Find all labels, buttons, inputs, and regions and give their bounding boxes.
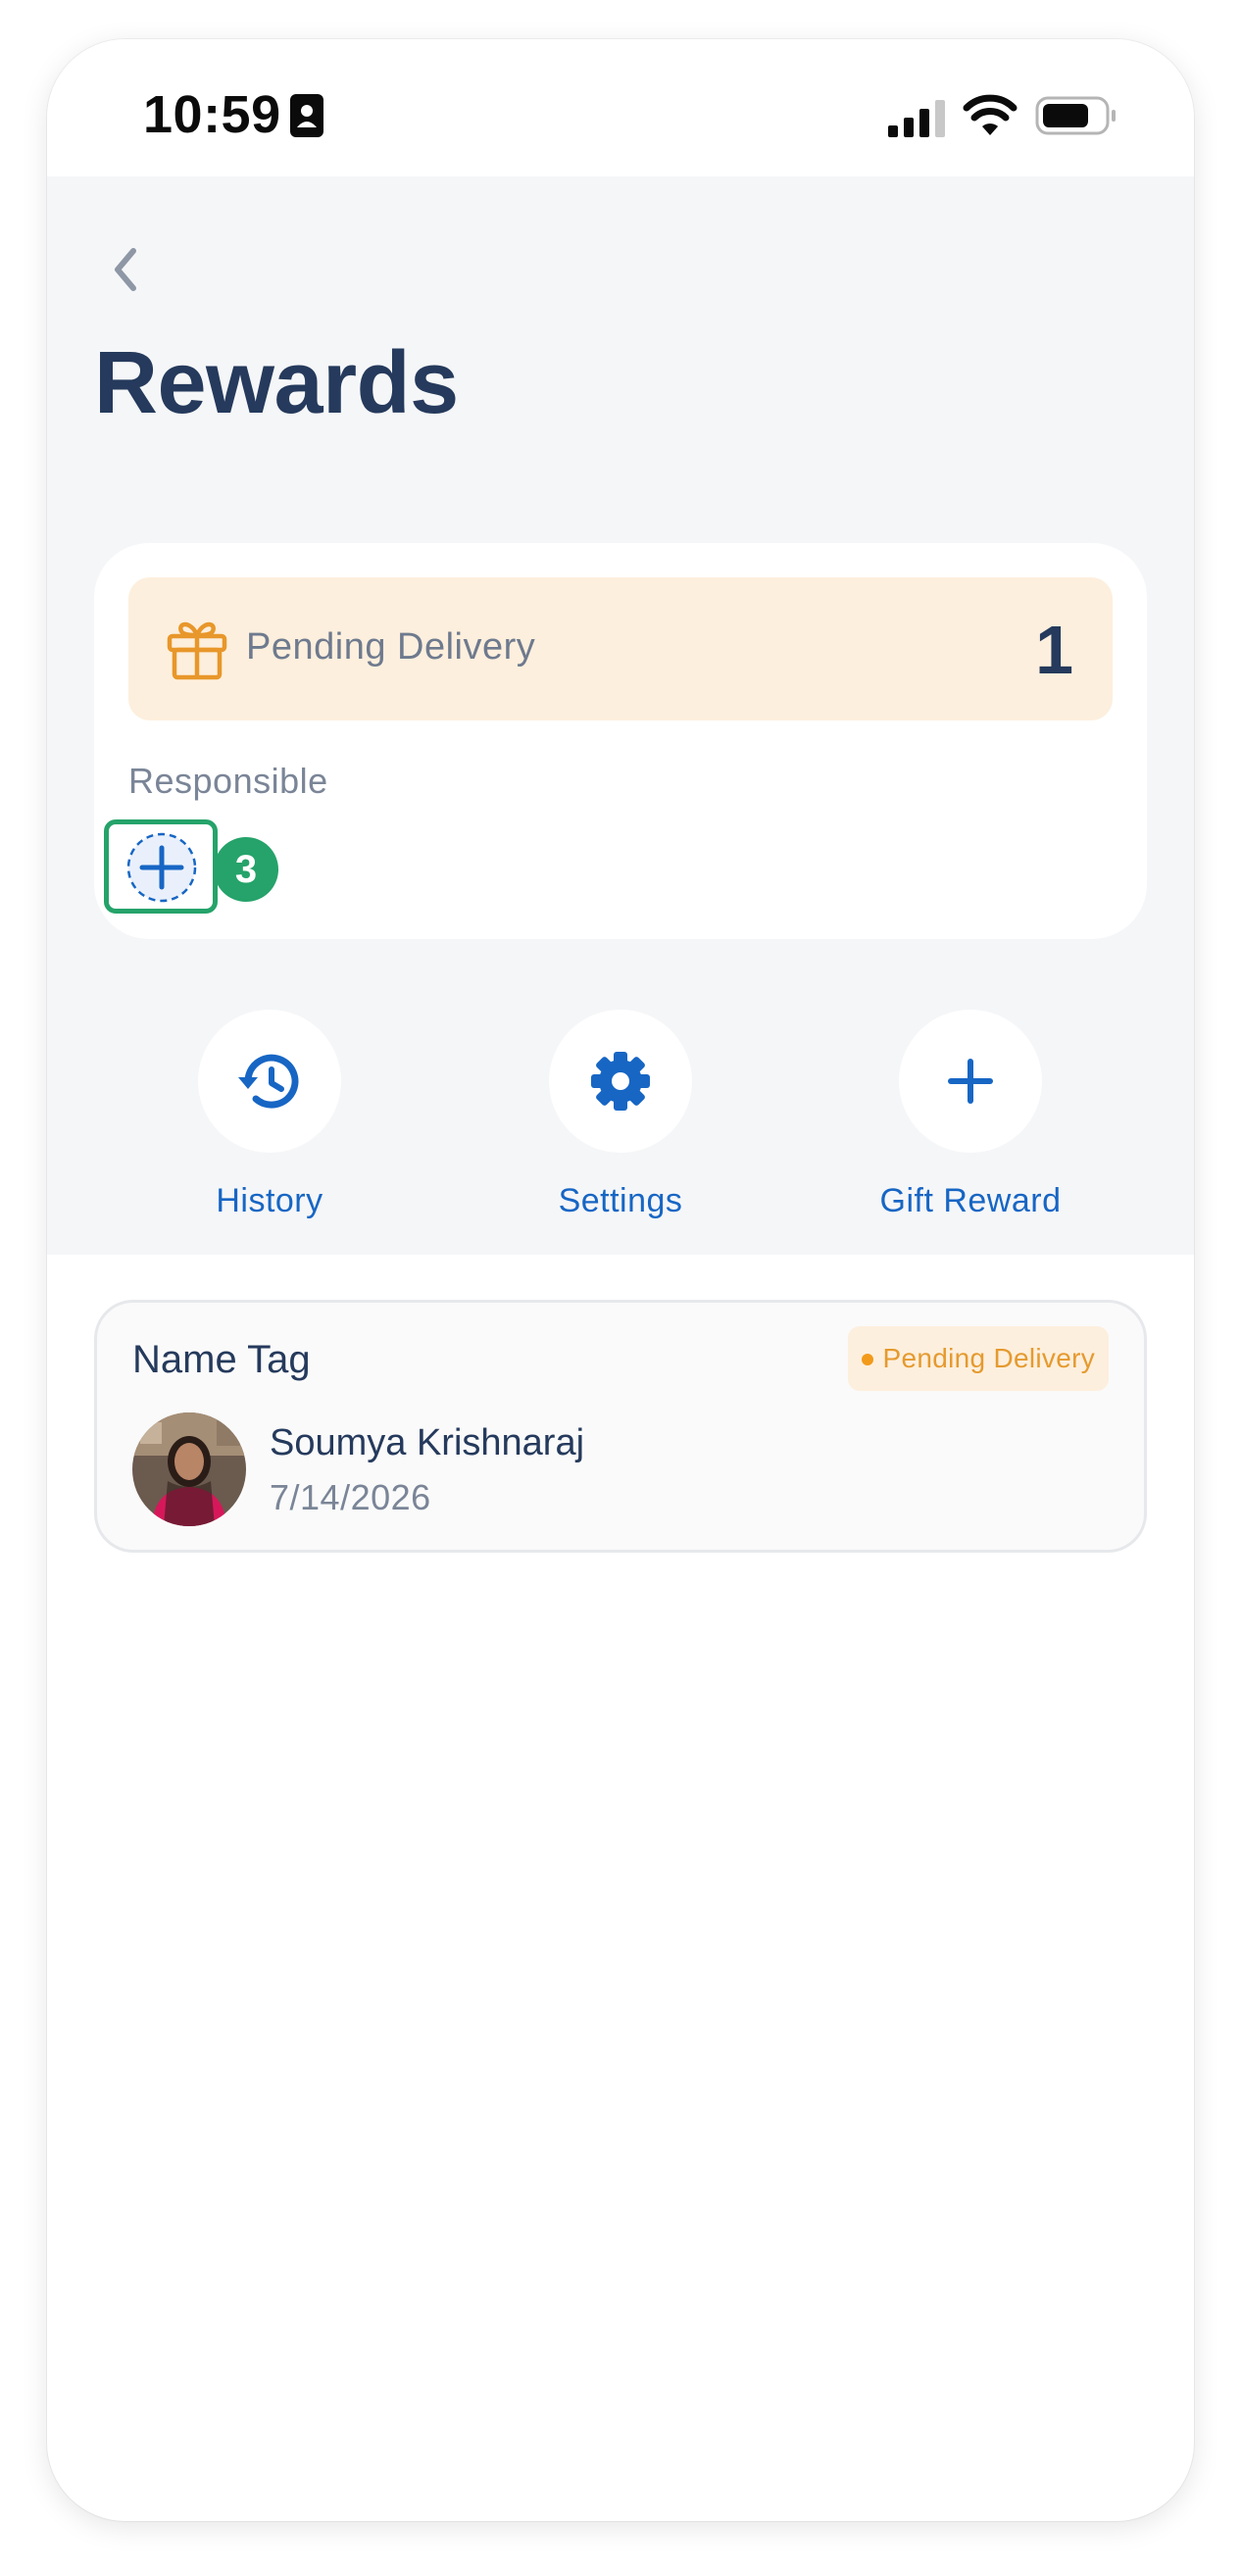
summary-card: Pending Delivery 1 Responsible 3 [94, 543, 1147, 939]
responsible-count-badge: 3 [214, 837, 278, 902]
plus-icon [948, 1059, 993, 1104]
battery-icon [1035, 96, 1116, 135]
status-time: 10:59 [143, 85, 281, 144]
pending-delivery-label: Pending Delivery [246, 626, 536, 668]
person-name: Soumya Krishnaraj [270, 1422, 585, 1463]
settings-label: Settings [558, 1182, 683, 1219]
settings-action[interactable]: Settings [473, 1010, 768, 1220]
gear-icon [591, 1052, 650, 1111]
add-person-icon [126, 832, 197, 903]
reward-list-item[interactable]: Name Tag Pending Delivery Soumya Krishna… [94, 1300, 1147, 1553]
status-badge-label: Pending Delivery [882, 1343, 1095, 1373]
page-title: Rewards [94, 334, 459, 432]
gift-reward-button[interactable] [899, 1010, 1042, 1153]
pending-delivery-banner[interactable]: Pending Delivery 1 [128, 577, 1113, 720]
avatar [132, 1412, 246, 1526]
wifi-icon [963, 94, 1018, 135]
avatar-photo [132, 1412, 246, 1526]
id-card-icon [290, 94, 323, 137]
phone-screen: 10:59 Rewards Pending Delivery 1 Respons… [47, 39, 1194, 2521]
add-responsible-button[interactable] [104, 819, 218, 914]
responsible-label: Responsible [128, 761, 328, 801]
settings-button[interactable] [549, 1010, 692, 1153]
history-label: History [216, 1182, 323, 1219]
pending-delivery-count: 1 [1035, 612, 1073, 688]
rewards-header-section: Rewards Pending Delivery 1 Responsible 3… [47, 176, 1194, 1255]
status-badge: Pending Delivery [847, 1326, 1109, 1391]
gift-reward-label: Gift Reward [879, 1182, 1062, 1219]
signal-icon [888, 100, 945, 137]
quick-actions: History Settings Gift Reward [47, 1010, 1194, 1245]
history-button[interactable] [198, 1010, 341, 1153]
reward-date: 7/14/2026 [270, 1477, 431, 1517]
reward-name: Name Tag [132, 1338, 311, 1381]
history-icon [238, 1054, 299, 1109]
status-bar: 10:59 [47, 39, 1194, 176]
gift-icon [167, 621, 227, 680]
back-chevron-icon[interactable] [94, 235, 153, 304]
status-dot-icon [861, 1354, 873, 1365]
history-action[interactable]: History [123, 1010, 417, 1220]
gift-reward-action[interactable]: Gift Reward [823, 1010, 1117, 1220]
